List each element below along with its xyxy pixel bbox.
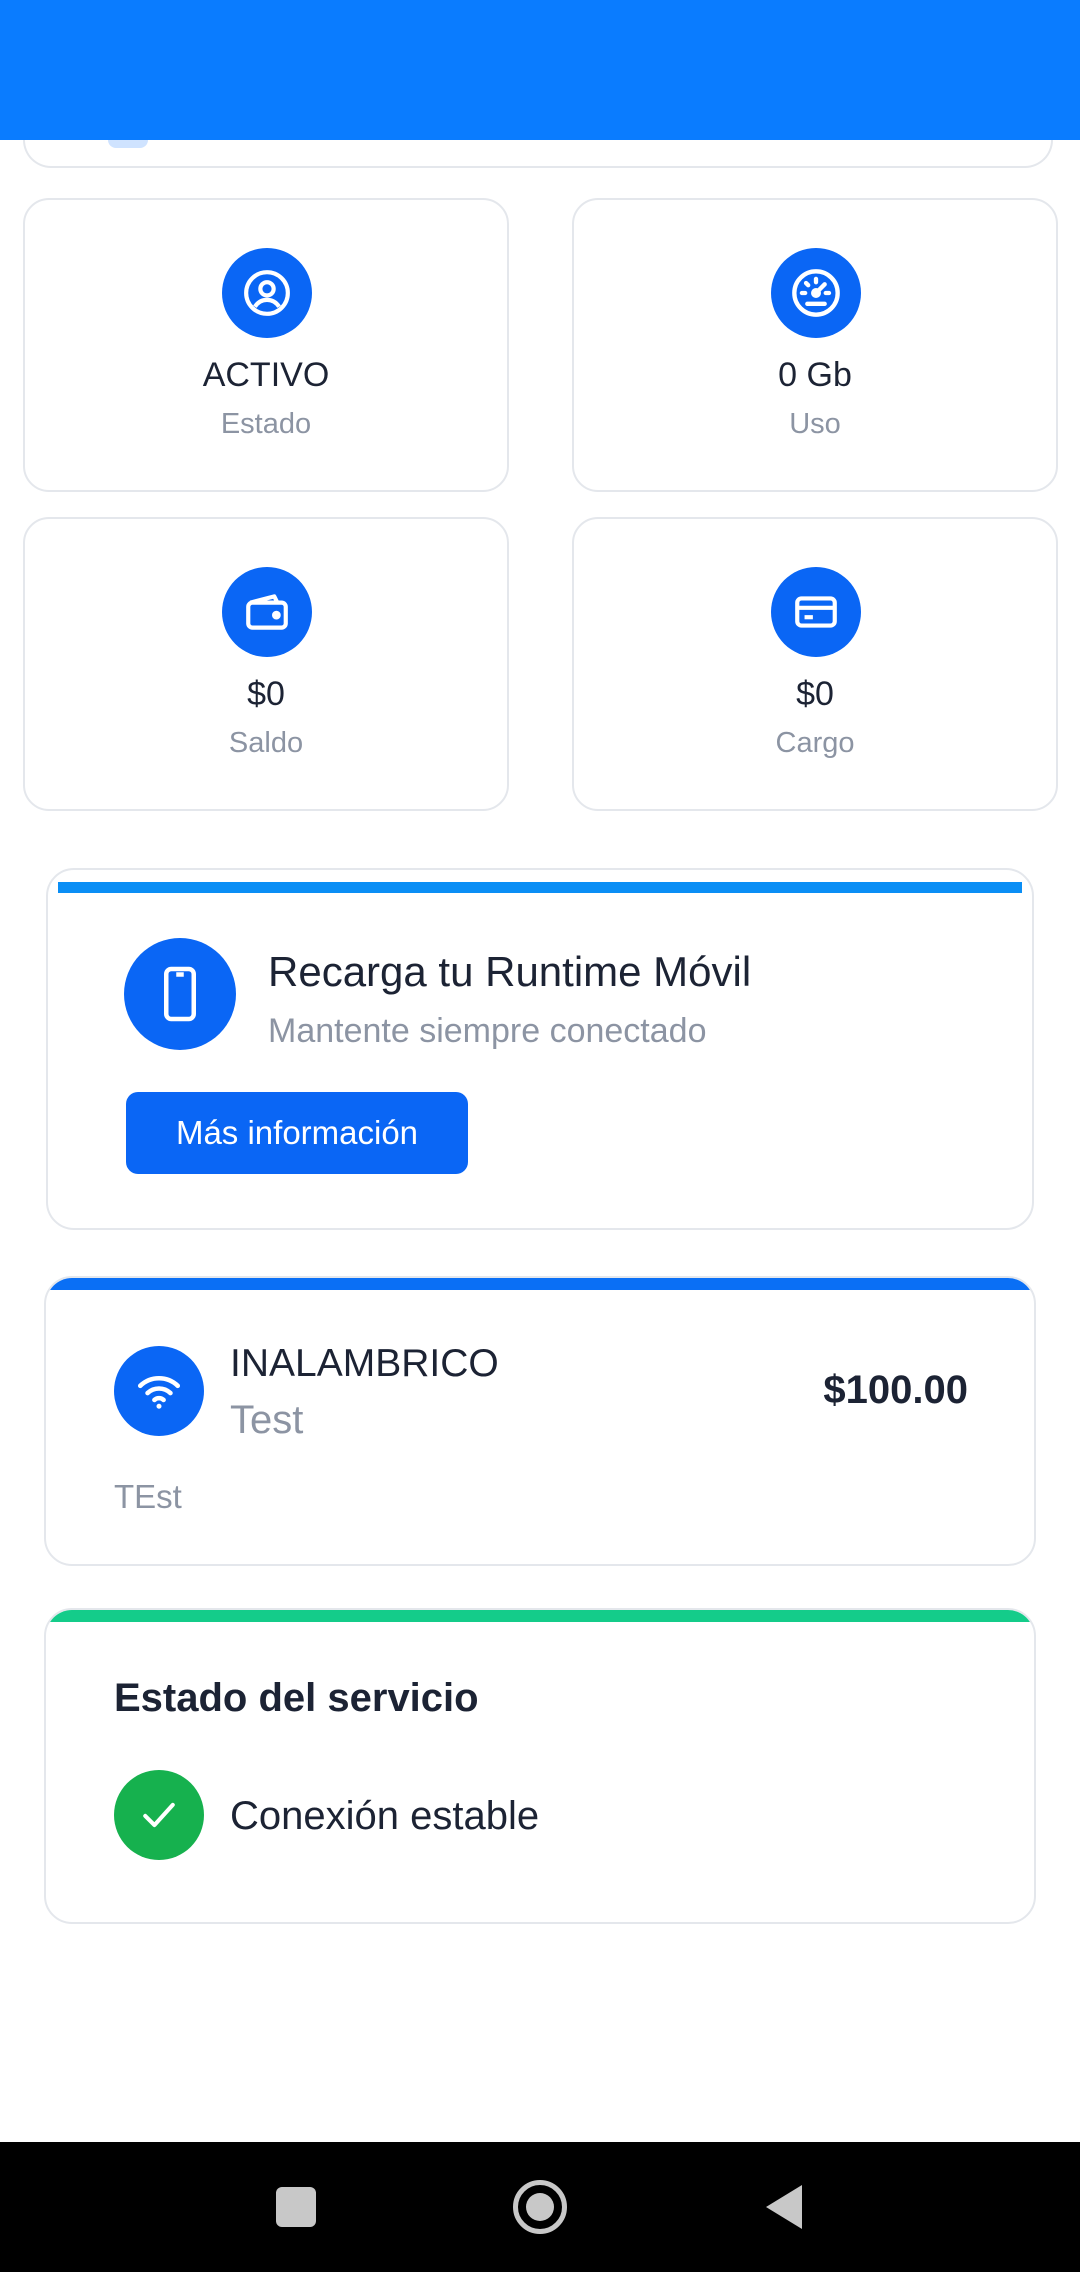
stat-value: $0 [796, 675, 834, 713]
plan-accent-bar [46, 1278, 1034, 1290]
wifi-icon [114, 1346, 204, 1436]
service-status-message: Conexión estable [230, 1794, 540, 1838]
promo-subtitle: Mantente siempre conectado [268, 1012, 707, 1050]
stat-value: $0 [247, 675, 285, 713]
stat-label: Cargo [775, 727, 855, 759]
home-icon [513, 2180, 567, 2234]
scrolled-card-icon-edge [108, 140, 148, 148]
check-icon [114, 1770, 204, 1860]
stat-label: Estado [220, 408, 312, 440]
service-status-title: Estado del servicio [114, 1676, 479, 1720]
stat-label: Uso [789, 408, 841, 440]
stat-value: 0 Gb [778, 356, 852, 394]
stat-card-estado[interactable]: ACTIVO Estado [23, 198, 509, 492]
credit-card-icon [771, 567, 861, 657]
back-icon [766, 2185, 802, 2229]
plan-card[interactable]: INALAMBRICO Test $100.00 TEst [44, 1276, 1036, 1566]
stat-card-saldo[interactable]: $0 Saldo [23, 517, 509, 811]
plan-price: $100.00 [823, 1368, 968, 1412]
stat-label: Saldo [228, 727, 304, 759]
smartphone-icon [124, 938, 236, 1050]
status-accent-bar [46, 1610, 1034, 1622]
home-button[interactable] [480, 2142, 600, 2272]
speedometer-icon [771, 248, 861, 338]
recharge-promo-card: Recarga tu Runtime Móvil Mantente siempr… [46, 868, 1034, 1230]
promo-accent-bar [58, 882, 1022, 893]
recents-icon [276, 2187, 316, 2227]
stat-card-cargo[interactable]: $0 Cargo [572, 517, 1058, 811]
plan-name: INALAMBRICO [230, 1342, 499, 1385]
wallet-icon [222, 567, 312, 657]
user-circle-icon [222, 248, 312, 338]
app-screen: ACTIVO Estado 0 Gb Uso $0 Saldo $0 Cargo… [0, 0, 1080, 2272]
service-status-card: Estado del servicio Conexión estable [44, 1608, 1036, 1924]
recents-button[interactable] [236, 2142, 356, 2272]
app-header [0, 0, 1080, 140]
system-navigation-bar [0, 2142, 1080, 2272]
back-button[interactable] [724, 2142, 844, 2272]
stat-card-uso[interactable]: 0 Gb Uso [572, 198, 1058, 492]
plan-description: TEst [114, 1478, 182, 1515]
stat-value: ACTIVO [202, 356, 330, 394]
plan-type: Test [230, 1398, 304, 1442]
more-info-button[interactable]: Más información [126, 1092, 468, 1174]
promo-title: Recarga tu Runtime Móvil [268, 948, 752, 995]
